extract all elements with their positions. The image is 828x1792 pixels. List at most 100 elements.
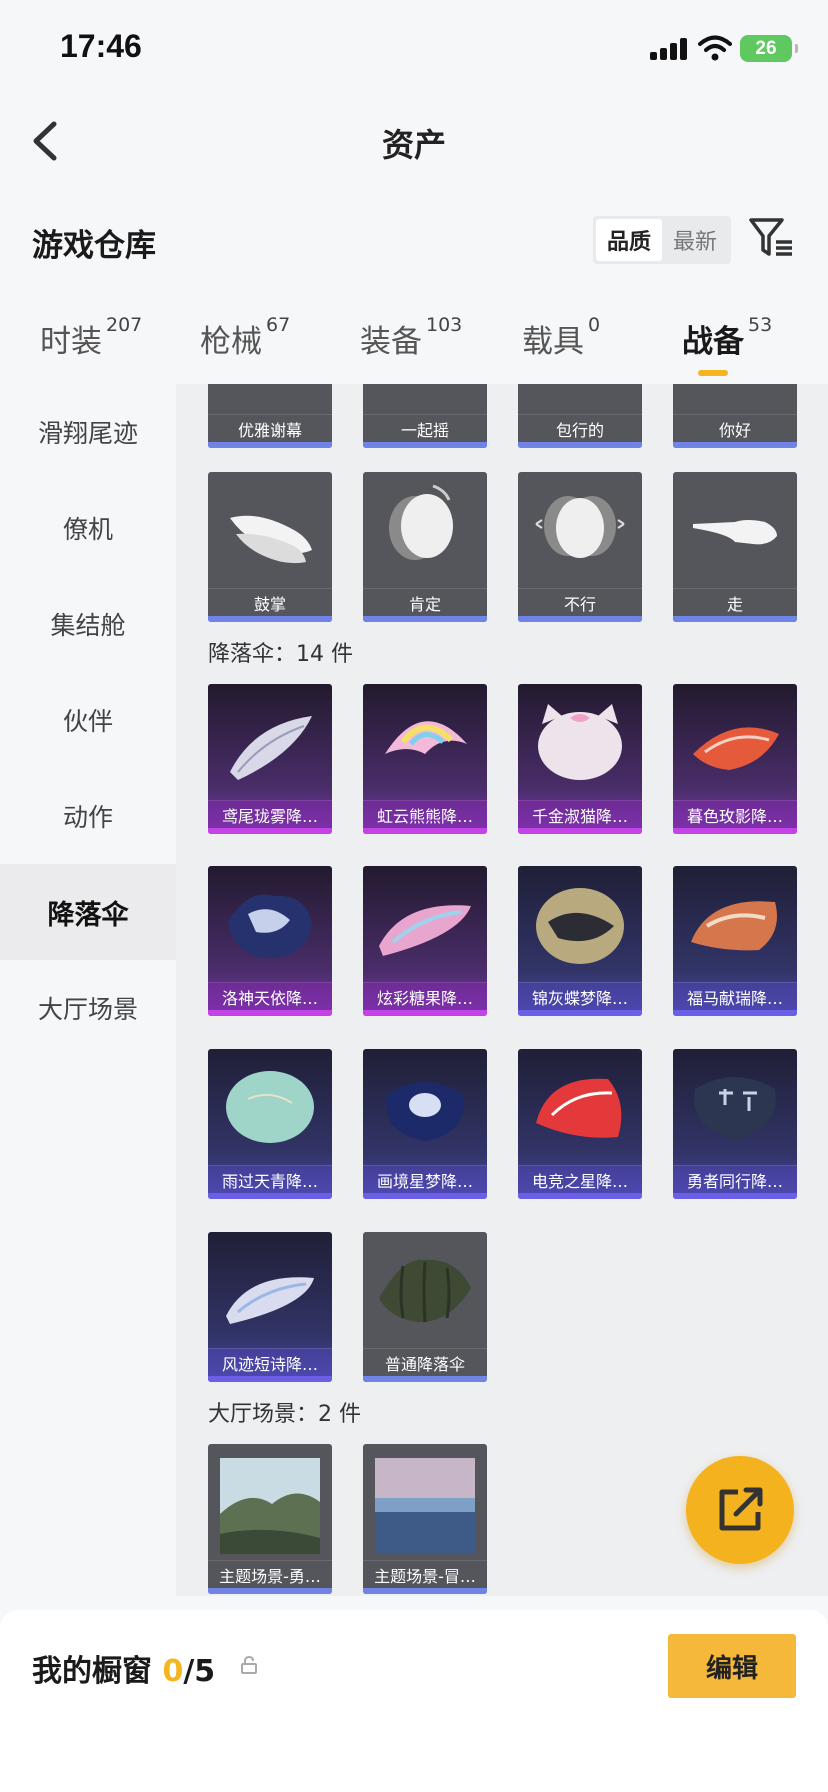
item-name: 鸢尾珑雾降… [208, 800, 332, 828]
sidebar-item-rally-pod[interactable]: 集结舱 [0, 576, 176, 672]
tab-vehicles[interactable]: 载具 0 [522, 314, 600, 361]
tier-bar [673, 442, 797, 448]
item-card[interactable]: 你好 [673, 384, 797, 448]
status-time: 17:46 [60, 28, 142, 64]
sidebar-item-glide-trail[interactable]: 滑翔尾迹 [0, 384, 176, 480]
parachute-image [226, 1071, 314, 1143]
status-bar: 17:46 26 [0, 0, 828, 98]
item-card[interactable]: 主题场景-冒… [363, 1444, 487, 1594]
parachute-image [379, 905, 471, 956]
shaking-head-icon [535, 496, 625, 558]
item-grid-panel: 优雅谢幕 一起摇 包行的 你好 鼓掌 肯定 不行 走 降落伞：14 件 鸢尾珑雾… [176, 384, 828, 1596]
item-name: 锦灰蝶梦降… [518, 982, 642, 1010]
showcase-title: 我的橱窗 [32, 1654, 152, 1689]
item-card[interactable]: 主题场景-勇… [208, 1444, 332, 1594]
item-card[interactable]: 不行 [518, 472, 642, 622]
tab-count: 53 [748, 314, 773, 336]
tier-bar [208, 442, 332, 448]
warehouse-title: 游戏仓库 [32, 228, 156, 264]
item-card[interactable]: 虹云熊熊降… [363, 684, 487, 834]
tab-count: 103 [426, 314, 463, 336]
edit-button[interactable]: 编辑 [668, 1634, 796, 1698]
item-name: 福马献瑞降… [673, 982, 797, 1010]
tier-bar [673, 1193, 797, 1199]
parachute-image [230, 716, 312, 780]
sidebar-item-parachute[interactable]: 降落伞 [0, 864, 176, 960]
tier-bar [363, 1010, 487, 1016]
item-name: 鼓掌 [208, 588, 332, 616]
tier-bar [518, 616, 642, 622]
sidebar: 滑翔尾迹 僚机 集结舱 伙伴 动作 降落伞 大厅场景 [0, 384, 176, 1610]
parachute-image [385, 721, 467, 754]
tier-bar [363, 828, 487, 834]
item-card[interactable]: 一起摇 [363, 384, 487, 448]
tier-bar [518, 442, 642, 448]
parachute-group-title: 降落伞：14 件 [208, 642, 353, 667]
parachute-image [694, 1077, 776, 1139]
item-name: 炫彩糖果降… [363, 982, 487, 1010]
tier-bar [363, 1193, 487, 1199]
item-name: 电竞之星降… [518, 1165, 642, 1193]
item-card[interactable]: 画境星梦降… [363, 1049, 487, 1199]
tier-bar [208, 828, 332, 834]
item-card[interactable]: 炫彩糖果降… [363, 866, 487, 1016]
item-card[interactable]: 走 [673, 472, 797, 622]
sort-quality-button[interactable]: 品质 [596, 219, 662, 261]
item-card[interactable]: 优雅谢幕 [208, 384, 332, 448]
item-card[interactable]: 千金淑猫降… [518, 684, 642, 834]
tab-label: 枪械 [200, 324, 262, 360]
tier-bar [518, 1010, 642, 1016]
tier-bar [208, 1588, 332, 1594]
share-button[interactable] [686, 1456, 794, 1564]
item-card[interactable]: 鼓掌 [208, 472, 332, 622]
tier-bar [518, 1193, 642, 1199]
tier-bar [363, 1376, 487, 1382]
sidebar-item-wingman[interactable]: 僚机 [0, 480, 176, 576]
item-card[interactable]: 暮色玫影降… [673, 684, 797, 834]
active-tab-indicator [698, 370, 728, 376]
item-name: 肯定 [363, 588, 487, 616]
item-name: 普通降落伞 [363, 1348, 487, 1376]
tab-fashion[interactable]: 时装 207 [40, 314, 143, 361]
sort-newest-button[interactable]: 最新 [662, 219, 728, 261]
item-name: 虹云熊熊降… [363, 800, 487, 828]
item-name: 主题场景-勇… [208, 1560, 332, 1588]
item-card[interactable]: 福马献瑞降… [673, 866, 797, 1016]
category-tabs: 时装 207 枪械 67 装备 103 载具 0 战备 53 [0, 300, 828, 384]
item-card[interactable]: 鸢尾珑雾降… [208, 684, 332, 834]
page-title: 资产 [381, 126, 446, 164]
tier-bar [208, 1193, 332, 1199]
tier-bar [208, 1010, 332, 1016]
item-name: 勇者同行降… [673, 1165, 797, 1193]
tab-weapons[interactable]: 枪械 67 [200, 314, 291, 361]
tab-equipment[interactable]: 装备 103 [360, 314, 463, 361]
item-card[interactable]: 肯定 [363, 472, 487, 622]
item-name: 画境星梦降… [363, 1165, 487, 1193]
parachute-image [536, 1078, 622, 1138]
filter-icon[interactable] [748, 214, 794, 260]
sidebar-item-lobby-scene[interactable]: 大厅场景 [0, 960, 176, 1056]
item-card[interactable]: 锦灰蝶梦降… [518, 866, 642, 1016]
tab-count: 207 [106, 314, 143, 336]
tier-bar [673, 1010, 797, 1016]
item-card[interactable]: 风迹短诗降… [208, 1232, 332, 1382]
item-name: 千金淑猫降… [518, 800, 642, 828]
tab-count: 67 [266, 314, 291, 336]
sort-toggle[interactable]: 品质 最新 [593, 216, 731, 264]
item-card[interactable]: 勇者同行降… [673, 1049, 797, 1199]
scene-thumbnail [375, 1458, 475, 1554]
lobby-group-title: 大厅场景：2 件 [208, 1402, 361, 1427]
showcase-footer: 我的橱窗 0/5 编辑 [0, 1610, 828, 1792]
tier-bar [518, 828, 642, 834]
tier-bar [208, 1376, 332, 1382]
item-card[interactable]: 包行的 [518, 384, 642, 448]
tab-label: 战备 [682, 324, 744, 360]
tier-bar [208, 616, 332, 622]
item-card[interactable]: 普通降落伞 [363, 1232, 487, 1382]
item-card[interactable]: 洛神天依降… [208, 866, 332, 1016]
item-card[interactable]: 电竞之星降… [518, 1049, 642, 1199]
sidebar-item-companion[interactable]: 伙伴 [0, 672, 176, 768]
tab-battle-gear[interactable]: 战备 53 [682, 314, 773, 361]
sidebar-item-emote[interactable]: 动作 [0, 768, 176, 864]
item-card[interactable]: 雨过天青降… [208, 1049, 332, 1199]
